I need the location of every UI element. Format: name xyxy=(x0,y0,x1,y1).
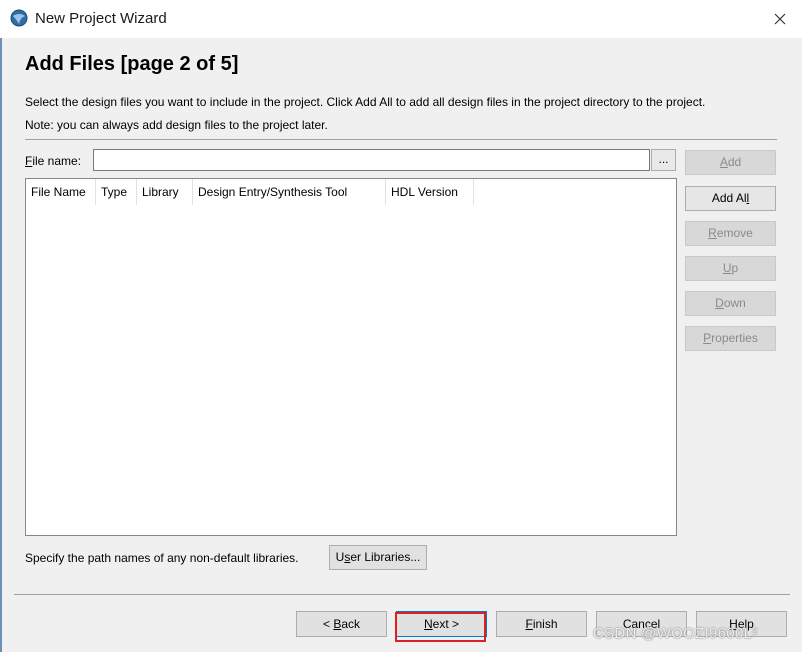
page-title: Add Files [page 2 of 5] xyxy=(25,53,239,75)
column-header-library[interactable]: Library xyxy=(137,179,193,205)
user-libraries-button[interactable]: User Libraries... xyxy=(329,545,427,570)
file-name-input[interactable] xyxy=(93,149,650,171)
column-header-hdl-version[interactable]: HDL Version xyxy=(386,179,474,205)
remove-button[interactable]: Remove xyxy=(685,221,776,246)
close-button[interactable] xyxy=(764,4,796,34)
close-icon xyxy=(774,13,786,25)
back-button[interactable]: < Back xyxy=(296,611,387,637)
header-divider xyxy=(25,139,777,140)
finish-button[interactable]: Finish xyxy=(496,611,587,637)
up-button[interactable]: Up xyxy=(685,256,776,281)
window-left-edge xyxy=(0,0,2,652)
down-button[interactable]: Down xyxy=(685,291,776,316)
page-note: Note: you can always add design files to… xyxy=(25,118,328,132)
files-table[interactable]: File Name Type Library Design Entry/Synt… xyxy=(25,178,677,536)
add-button[interactable]: Add xyxy=(685,150,776,175)
title-bar: New Project Wizard xyxy=(0,0,802,38)
add-all-button[interactable]: Add All xyxy=(685,186,776,211)
next-button[interactable]: Next > xyxy=(396,611,487,637)
column-header-type[interactable]: Type xyxy=(96,179,137,205)
page-description: Select the design files you want to incl… xyxy=(25,95,706,109)
column-header-design-entry-tool[interactable]: Design Entry/Synthesis Tool xyxy=(193,179,386,205)
properties-button[interactable]: Properties xyxy=(685,326,776,351)
file-name-label: File name: xyxy=(25,154,82,168)
footer-divider xyxy=(14,594,790,595)
watermark: CSDN @WOOZI9600L² xyxy=(593,625,758,642)
quartus-globe-icon xyxy=(10,9,28,27)
browse-button[interactable]: ... xyxy=(651,149,676,171)
files-table-header: File Name Type Library Design Entry/Synt… xyxy=(26,179,474,205)
window-title: New Project Wizard xyxy=(35,10,167,27)
column-header-file-name[interactable]: File Name xyxy=(26,179,96,205)
libraries-hint: Specify the path names of any non-defaul… xyxy=(25,551,299,565)
